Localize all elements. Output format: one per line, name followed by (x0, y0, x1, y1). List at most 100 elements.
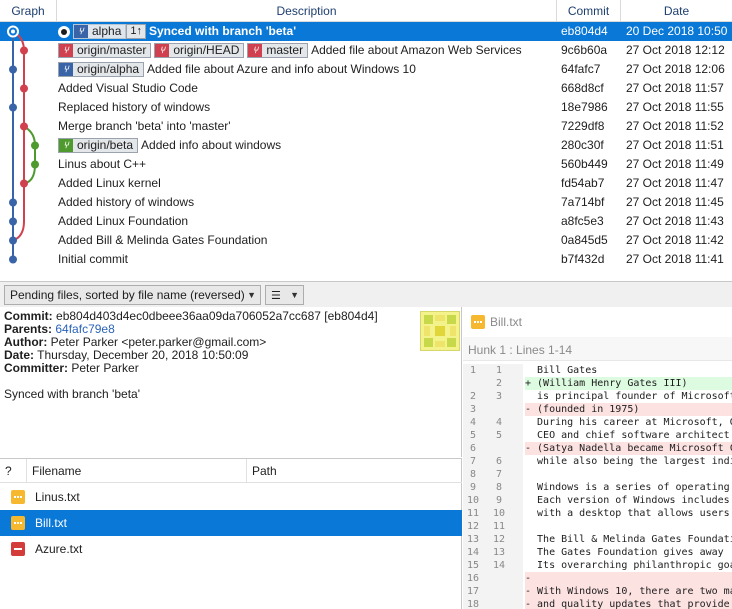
old-line-number: 12 (466, 521, 480, 532)
diff-line: 11 10 with a desktop that allows users (463, 507, 732, 520)
diff-line-removed: 18 - and quality updates that provide (463, 598, 732, 609)
commit-row[interactable]: Merge branch 'beta' into 'master' 7229df8… (0, 117, 732, 136)
graph-lane-green (23, 125, 36, 185)
branch-name: alpha (92, 24, 122, 38)
commit-sha: eb804d4 (561, 24, 608, 38)
commit-row[interactable]: ⑂ alpha 1↑ Synced with branch 'beta' eb804d4… (0, 22, 732, 41)
date-column-header[interactable]: Date (621, 0, 732, 22)
diff-line-removed: 3 - (founded in 1975) (463, 403, 732, 416)
old-line-number: 14 (466, 547, 480, 558)
commit-date: 27 Oct 2018 12:06 (626, 62, 725, 76)
branch-label[interactable]: ⑂ origin/beta (58, 138, 139, 153)
diff-line: 14 13 The Gates Foundation gives away (463, 546, 732, 559)
new-line-number: 1 (495, 365, 503, 376)
commit-message-text: Merge branch 'beta' into 'master' (58, 119, 231, 133)
commit-date: 20 Dec 2018 10:50 (626, 24, 728, 38)
new-line-number: 12 (492, 534, 506, 545)
diff-line-text: The Gates Foundation gives away (525, 547, 724, 558)
old-line-number: 1 (469, 365, 477, 376)
commit-description: Replaced history of windows (58, 98, 210, 117)
commit-row[interactable]: Added Visual Studio Code 668d8cf 27 Oct 20… (0, 79, 732, 98)
commit-row[interactable]: ⑂ origin/alpha Added file about Azure and … (0, 60, 732, 79)
commit-description: ⑂ alpha 1↑ Synced with branch 'beta' (58, 22, 296, 41)
commit-dot (9, 103, 17, 112)
commit-date: 27 Oct 2018 11:42 (626, 233, 724, 247)
commit-log: Graph Description Commit Date ⑂ alpha 1↑ Sy… (0, 0, 732, 281)
file-row[interactable]: Bill.txt (0, 510, 462, 536)
file-name: Bill.txt (35, 516, 68, 530)
author-value: Peter Parker <peter.parker@gmail.com> (50, 335, 267, 349)
diff-line: 12 11 (463, 520, 732, 533)
branch-label[interactable]: ⑂ origin/HEAD (154, 43, 245, 58)
filename-column-header[interactable]: Filename (27, 459, 247, 483)
file-name: Azure.txt (35, 542, 83, 556)
pending-files-sort-dropdown[interactable]: Pending files, sorted by file name (reve… (4, 285, 261, 305)
branch-label[interactable]: ⑂ origin/master (58, 43, 152, 58)
commit-message-text: Replaced history of windows (58, 100, 211, 114)
old-line-number: 5 (469, 430, 477, 441)
file-row[interactable]: Linus.txt (0, 484, 462, 510)
commit-dot (31, 160, 39, 169)
list-view-icon: ☰ (271, 290, 281, 302)
commit-row[interactable]: Initial commit b7f432d 27 Oct 2018 11:41 (0, 250, 732, 269)
commit-message-text: Initial commit (58, 252, 129, 266)
commit-dot (9, 217, 17, 226)
commit-description: Added Visual Studio Code (58, 79, 198, 98)
description-column-header[interactable]: Description (57, 0, 557, 22)
old-line-number: 7 (469, 456, 477, 467)
commit-row[interactable]: Added history of windows 7a714bf 27 Oct 20… (0, 193, 732, 212)
commit-message-text: Added Linux kernel (58, 176, 161, 190)
diff-file-name: Bill.txt (490, 315, 523, 329)
new-line-number: 8 (495, 482, 503, 493)
diff-line: 15 14 Its overarching philanthropic goals (463, 559, 732, 572)
commit-row[interactable]: Replaced history of windows 18e7986 27 Oct… (0, 98, 732, 117)
new-line-number: 5 (495, 430, 503, 441)
diff-file-title: Bill.txt (463, 307, 732, 337)
new-line-number: 11 (492, 521, 506, 532)
diff-line-text: - With Windows 10, there are two main ty… (525, 586, 732, 597)
old-line-number: 3 (469, 404, 477, 415)
old-line-number: 13 (466, 534, 480, 545)
commit-row[interactable]: Added Linux Foundation a8fc5e3 27 Oct 2018… (0, 212, 732, 231)
commit-row[interactable]: Added Bill & Melinda Gates Foundation 0a8… (0, 231, 732, 250)
commit-row[interactable]: ⑂ origin/master ⑂ origin/HEAD ⑂ master Added f… (0, 41, 732, 60)
diff-line-text: - (founded in 1975) (525, 404, 640, 415)
branch-icon: ⑂ (59, 139, 73, 152)
branch-name: origin/alpha (77, 62, 140, 76)
branch-label[interactable]: ⑂ origin/alpha (58, 62, 145, 77)
diff-line-text: Bill Gates (525, 365, 598, 376)
commit-row[interactable]: ⑂ origin/beta Added info about windows 280c… (0, 136, 732, 155)
committer-value: Peter Parker (71, 361, 139, 375)
old-line-number: 11 (466, 508, 480, 519)
path-column-header[interactable]: Path (247, 459, 462, 483)
new-line-number: 9 (495, 495, 503, 506)
old-line-number: 8 (469, 469, 477, 480)
diff-line-text: + (William Henry Gates III) (525, 378, 688, 389)
diff-line-text: The Bill & Melinda Gates Foundation (525, 534, 732, 545)
branch-label[interactable]: ⑂ master (247, 43, 309, 58)
date-value: Thursday, December 20, 2018 10:50:09 (37, 348, 249, 362)
diff-line: 13 12 The Bill & Melinda Gates Foundation (463, 533, 732, 546)
commit-message: Synced with branch 'beta' (4, 387, 140, 401)
commit-column-header[interactable]: Commit (557, 0, 621, 22)
view-mode-dropdown[interactable]: ☰ ▼ (265, 285, 304, 305)
status-column-header[interactable]: ? (0, 459, 27, 483)
commit-sha: 560b449 (561, 157, 608, 171)
commit-dot-center (11, 29, 15, 34)
commit-row[interactable]: Linus about C++ 560b449 27 Oct 2018 11:49 (0, 155, 732, 174)
commit-row[interactable]: Added Linux kernel fd54ab7 27 Oct 2018 11:… (0, 174, 732, 193)
diff-line: 7 6 while also being the largest individu… (463, 455, 732, 468)
file-row[interactable]: Azure.txt (0, 536, 462, 562)
parent-link[interactable]: 64fafc79e8 (55, 322, 114, 336)
new-line-number: 14 (492, 560, 506, 571)
old-line-number: 17 (466, 586, 480, 597)
commit-dot (9, 255, 17, 264)
diff-line-text: Its overarching philanthropic goals (525, 560, 732, 571)
commit-description: Added Bill & Melinda Gates Foundation (58, 231, 267, 250)
diff-line-text: - and quality updates that provide (525, 599, 730, 609)
modified-file-icon (11, 490, 25, 504)
commit-message-text: Added Bill & Melinda Gates Foundation (58, 233, 268, 247)
new-line-number: 13 (492, 547, 506, 558)
changed-files-list: ? Filename Path Linus.txt Bill.txt Azure.t… (0, 458, 462, 609)
branch-label[interactable]: ⑂ alpha (73, 24, 127, 39)
